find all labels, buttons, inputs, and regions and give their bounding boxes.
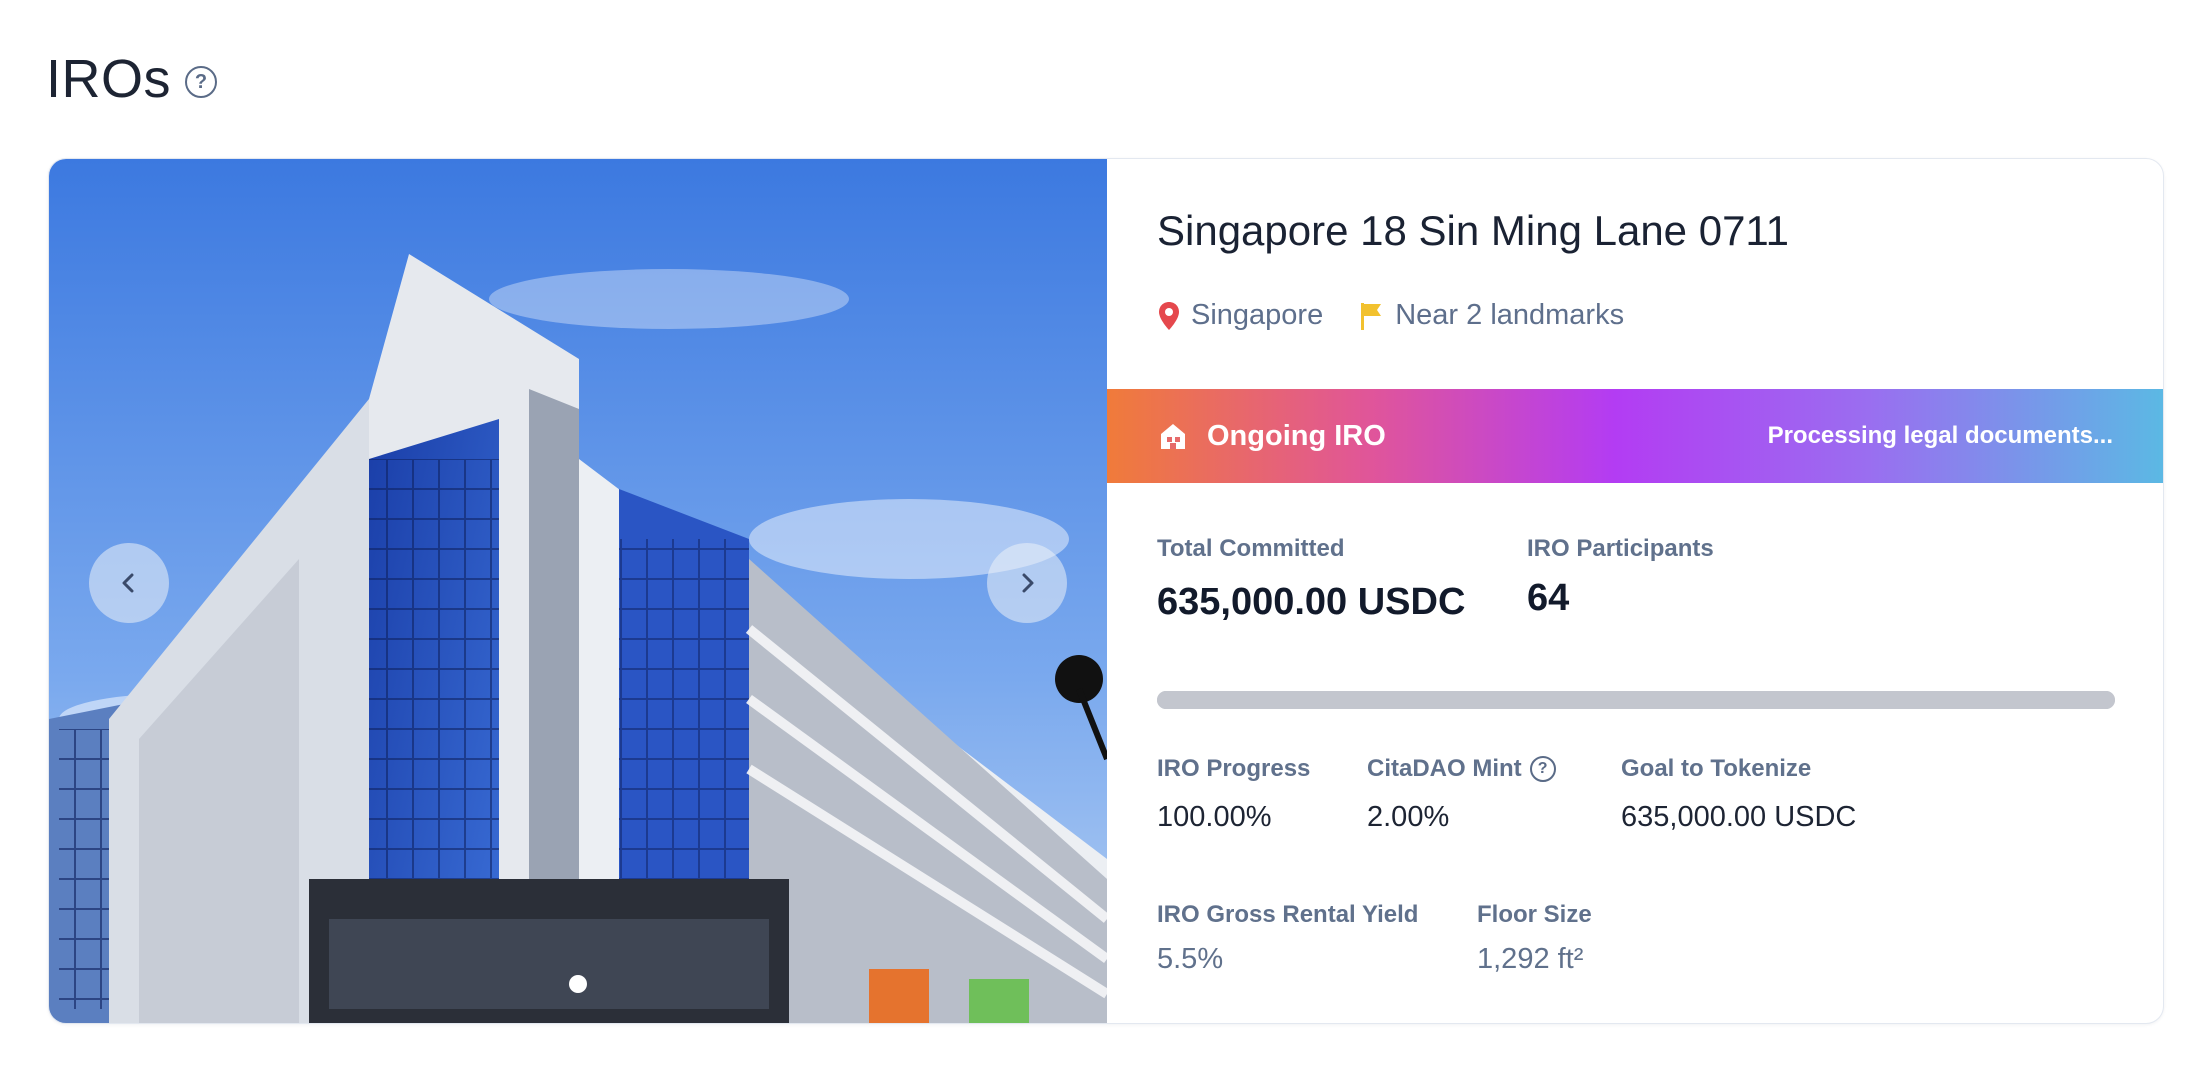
floor-size-stat: Floor Size 1,292 ft² [1477,901,1592,976]
participants-stat: IRO Participants 64 [1527,535,1714,620]
building-icon [1161,424,1185,449]
location-info: Singapore [1157,299,1323,332]
citadao-mint-label: CitaDAO Mint ? [1367,755,1556,783]
property-meta: Singapore Near 2 landmarks [1157,299,1660,332]
goal-value: 635,000.00 USDC [1621,801,1857,833]
chevron-right-icon [1022,573,1034,593]
total-committed-value: 635,000.00 USDC [1157,581,1466,623]
property-details: Singapore 18 Sin Ming Lane 0711 Singapor… [1107,159,2163,1023]
carousel-prev-button[interactable] [89,543,169,623]
landmarks-info[interactable]: Near 2 landmarks [1359,299,1624,332]
property-image-carousel [49,159,1107,1023]
citadao-mint-value: 2.00% [1367,801,1450,833]
question-circle-icon[interactable]: ? [185,66,218,98]
iro-progress-label: IRO Progress [1157,755,1311,782]
flag-icon [1361,302,1382,330]
floor-size-value: 1,292 ft² [1477,943,1584,975]
carousel-dot-active[interactable] [569,975,587,993]
page-title: IROs [46,49,172,109]
iro-progress-stat: IRO Progress 100.00% [1157,755,1310,834]
citadao-mint-stat: CitaDAO Mint ? 2.00% [1367,755,1556,834]
total-committed-stat: Total Committed 635,000.00 USDC [1157,535,1465,624]
iro-status-banner: Ongoing IRO Processing legal documents..… [1107,389,2163,483]
iro-card[interactable]: Singapore 18 Sin Ming Lane 0711 Singapor… [48,158,2164,1024]
map-pin-icon [1159,301,1179,330]
goal-stat: Goal to Tokenize 635,000.00 USDC [1621,755,1856,834]
status-label: Ongoing IRO [1207,419,1386,452]
question-circle-icon[interactable]: ? [1529,756,1556,782]
landmarks-text: Near 2 landmarks [1395,299,1625,331]
status-message: Processing legal documents... [1767,422,2113,449]
rental-yield-value: 5.5% [1157,943,1224,975]
participants-value: 64 [1527,577,1570,619]
property-title[interactable]: Singapore 18 Sin Ming Lane 0711 [1157,207,1789,255]
goal-label: Goal to Tokenize [1621,755,1812,782]
participants-label: IRO Participants [1527,535,1714,562]
citadao-mint-label-text: CitaDAO Mint [1367,755,1522,782]
floor-size-label: Floor Size [1477,901,1592,928]
iro-progress-bar [1157,691,2115,709]
location-text: Singapore [1191,299,1324,331]
total-committed-label: Total Committed [1157,535,1345,562]
rental-yield-label: IRO Gross Rental Yield [1157,901,1419,928]
property-photo [49,159,1107,1023]
rental-yield-stat: IRO Gross Rental Yield 5.5% [1157,901,1418,976]
iro-progress-value: 100.00% [1157,801,1272,833]
chevron-left-icon [122,573,134,593]
page-header: IROs ? [46,48,218,110]
iro-progress-fill [1157,691,2115,709]
carousel-next-button[interactable] [987,543,1067,623]
